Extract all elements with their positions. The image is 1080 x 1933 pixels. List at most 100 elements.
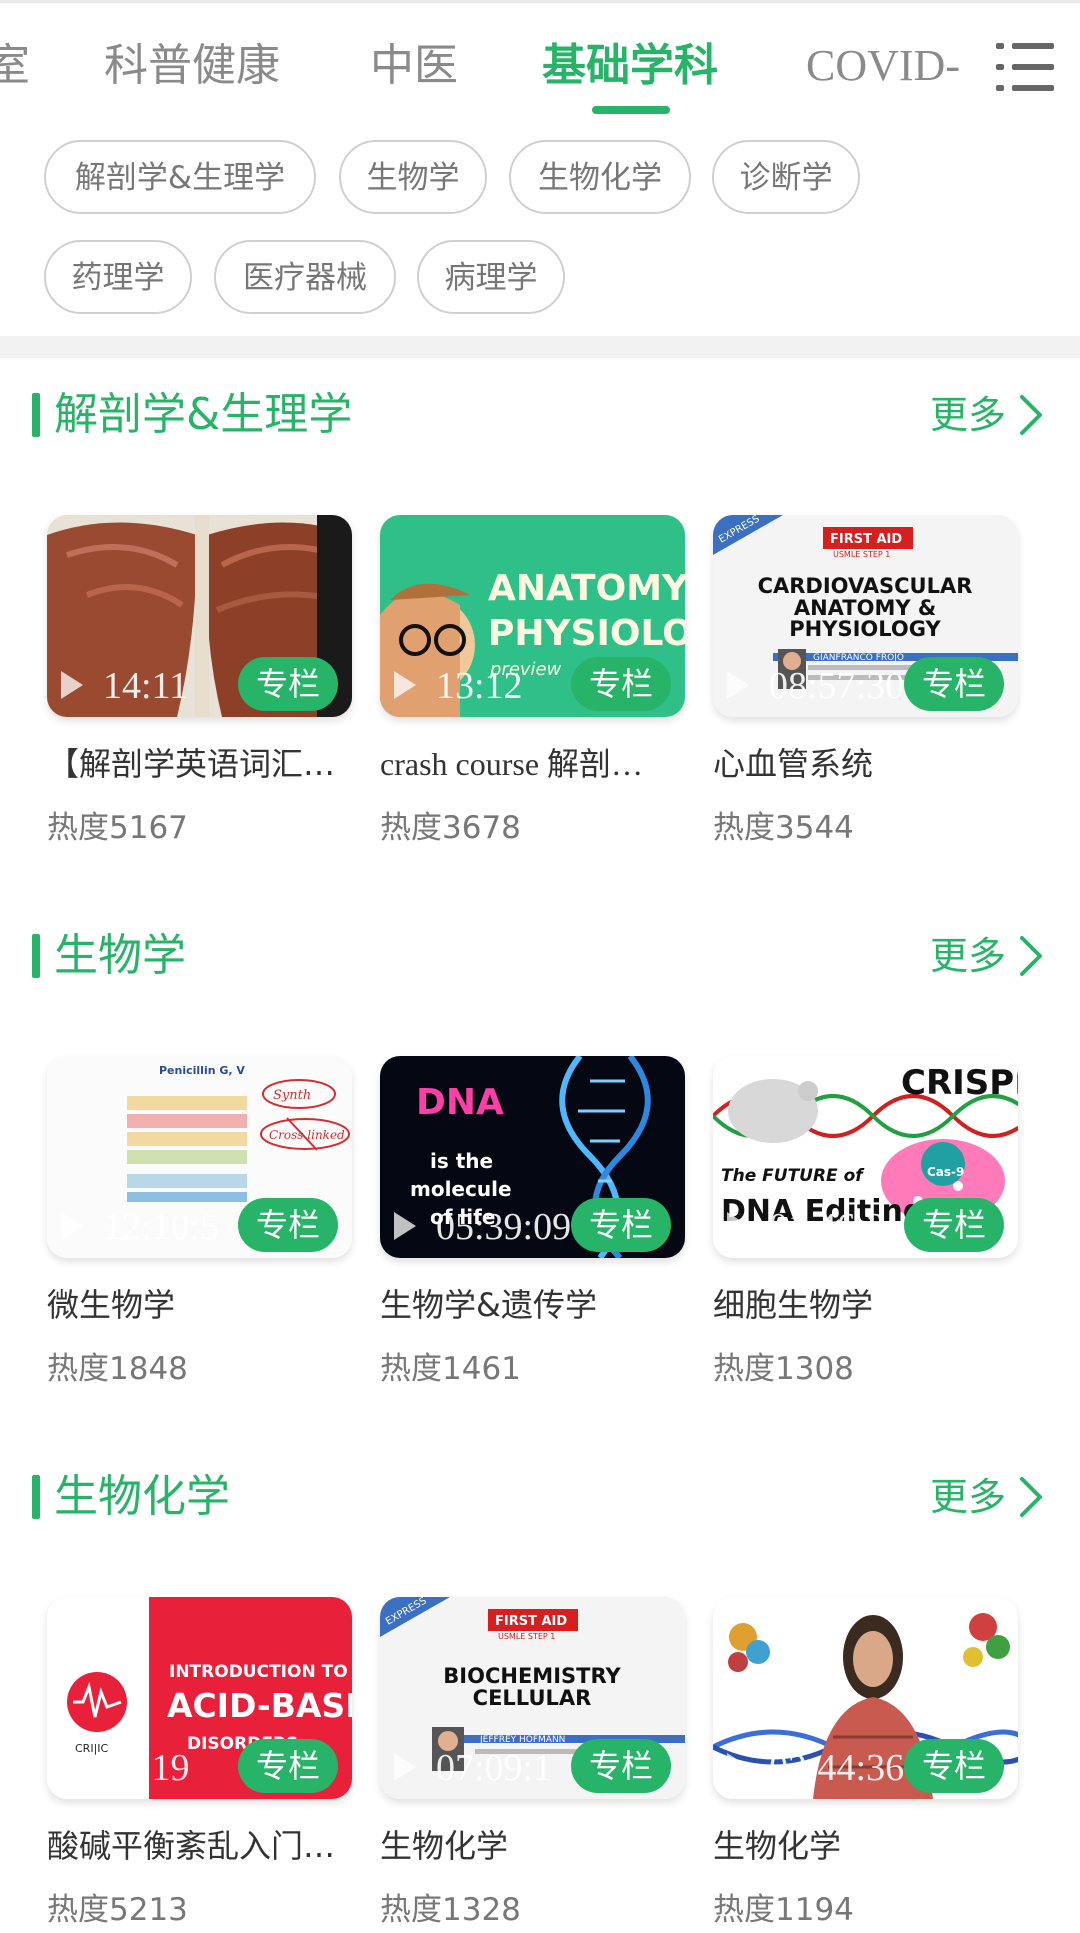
section-accent-bar (32, 1475, 40, 1519)
play-icon (727, 1753, 749, 1781)
course-title: 心血管系统 (713, 745, 874, 783)
course-thumbnail[interactable]: DNA is the molecule of life 05:39:09 专栏 (380, 1056, 685, 1258)
filter-chip-pharmacology[interactable]: 药理学 (44, 240, 192, 314)
duration-label: 39:19 (103, 1747, 190, 1789)
filter-chip-biology[interactable]: 生物学 (339, 140, 487, 214)
svg-text:DNA: DNA (416, 1082, 504, 1123)
duration-label: 05:39:09 (436, 1206, 572, 1248)
course-title: 微生物学 (47, 1286, 176, 1324)
column-badge: 专栏 (904, 1739, 1004, 1793)
tab-tcm[interactable]: 中医 (370, 39, 458, 93)
course-title: 细胞生物学 (713, 1286, 874, 1324)
course-thumbnail[interactable]: EXPRESS FIRST AID USMLE STEP 1 BIOCHEMIS… (380, 1597, 685, 1799)
svg-text:USMLE STEP 1: USMLE STEP 1 (833, 550, 890, 559)
course-card[interactable]: Cas-9 CRISPR The FUTURE of DNA Editing 0… (713, 1056, 1018, 1387)
course-card[interactable]: CRI|IC INTRODUCTION TO ACID-BASE DISORDE… (47, 1597, 352, 1928)
course-thumbnail[interactable]: 02:44:36 专栏 (713, 1597, 1018, 1799)
tab-basic-sciences[interactable]: 基础学科 (542, 39, 718, 93)
course-card[interactable]: EXPRESS FIRST AID USMLE STEP 1 BIOCHEMIS… (380, 1597, 685, 1928)
svg-text:Cas-9: Cas-9 (927, 1165, 964, 1179)
course-heat: 热度1194 (713, 1892, 854, 1928)
more-button[interactable]: 更多 (920, 926, 1050, 986)
course-title: 生物学&遗传学 (380, 1286, 597, 1324)
svg-text:The FUTURE of: The FUTURE of (721, 1166, 865, 1186)
column-badge: 专栏 (238, 1198, 338, 1252)
svg-text:Synth: Synth (273, 1088, 311, 1103)
course-thumbnail[interactable]: CRI|IC INTRODUCTION TO ACID-BASE DISORDE… (47, 1597, 352, 1799)
tab-partial[interactable]: 室 (0, 39, 30, 93)
chevron-right-icon (1020, 936, 1042, 976)
course-heat: 热度1461 (380, 1351, 521, 1387)
duration-label: 07:09:1 (436, 1747, 553, 1789)
section-title: 生物学 (54, 930, 186, 981)
duration-label: 02:44:36 (769, 1747, 905, 1789)
course-heat: 热度3544 (713, 810, 854, 846)
course-heat: 热度5167 (47, 810, 188, 846)
svg-text:INTRODUCTION TO: INTRODUCTION TO (169, 1662, 348, 1682)
top-tab-bar: 室 科普健康 中医 基础学科 COVID- (0, 0, 1080, 128)
more-label: 更多 (929, 934, 1006, 978)
course-card[interactable]: DNA is the molecule of life 05:39:09 专栏 … (380, 1056, 685, 1387)
play-icon (727, 671, 749, 699)
play-icon (61, 1753, 83, 1781)
filter-chip-anatomy-physiology[interactable]: 解剖学&生理学 (44, 140, 316, 214)
course-card[interactable]: 14:11 专栏 【解剖学英语词汇… 热度5167 (47, 515, 352, 846)
svg-text:Penicillin G, V: Penicillin G, V (159, 1064, 245, 1077)
section-header-biology: 生物学 更多 (0, 926, 1080, 986)
section-accent-bar (32, 934, 40, 978)
more-label: 更多 (929, 1475, 1006, 1519)
course-card[interactable]: 02:44:36 专栏 生物化学 热度1194 (713, 1597, 1018, 1928)
play-icon (394, 1212, 416, 1240)
section-divider (0, 336, 1080, 358)
menu-list-icon[interactable] (996, 41, 1054, 93)
course-thumbnail[interactable]: Cas-9 CRISPR The FUTURE of DNA Editing 0… (713, 1056, 1018, 1258)
play-icon (727, 1212, 749, 1240)
filter-chip-medical-devices[interactable]: 医疗器械 (214, 240, 396, 314)
play-icon (61, 1212, 83, 1240)
active-tab-indicator (592, 106, 670, 114)
filter-chip-biochemistry[interactable]: 生物化学 (509, 140, 691, 214)
section-header-biochemistry: 生物化学 更多 (0, 1467, 1080, 1527)
course-thumbnail[interactable]: ANATOMY & PHYSIOLOGY preview 13:12 专栏 (380, 515, 685, 717)
course-title: 酸碱平衡紊乱入门… (47, 1827, 336, 1865)
filter-chip-diagnostics[interactable]: 诊断学 (712, 140, 860, 214)
course-thumbnail[interactable]: Penicillin G, V Synth Cross linked 12:10… (47, 1056, 352, 1258)
duration-label: 01:46:2 (769, 1206, 886, 1248)
category-tabs: 室 科普健康 中医 基础学科 COVID- (0, 3, 1080, 128)
column-badge: 专栏 (904, 1198, 1004, 1252)
course-title: 生物化学 (713, 1827, 842, 1865)
course-title: 【解剖学英语词汇… (47, 745, 336, 783)
svg-text:ANATOMY &: ANATOMY & (488, 568, 685, 609)
tab-science-health[interactable]: 科普健康 (104, 39, 280, 93)
play-icon (394, 1753, 416, 1781)
course-thumbnail[interactable]: 14:11 专栏 (47, 515, 352, 717)
section-header-anatomy: 解剖学&生理学 更多 (0, 385, 1080, 445)
chevron-right-icon (1020, 395, 1042, 435)
course-card[interactable]: EXPRESS FIRST AID USMLE STEP 1 CARDIOVAS… (713, 515, 1018, 846)
course-card[interactable]: Penicillin G, V Synth Cross linked 12:10… (47, 1056, 352, 1387)
column-badge: 专栏 (571, 1198, 671, 1252)
svg-text:CELLULAR: CELLULAR (473, 1686, 592, 1710)
play-icon (394, 671, 416, 699)
column-badge: 专栏 (238, 657, 338, 711)
filter-chip-pathology[interactable]: 病理学 (417, 240, 565, 314)
course-card[interactable]: ANATOMY & PHYSIOLOGY preview 13:12 专栏 cr… (380, 515, 685, 846)
course-heat: 热度5213 (47, 1892, 188, 1928)
course-title: crash course 解剖… (380, 746, 644, 782)
section-accent-bar (32, 393, 40, 437)
course-heat: 热度3678 (380, 810, 521, 846)
play-icon (61, 671, 83, 699)
svg-text:FIRST AID: FIRST AID (495, 1614, 567, 1629)
course-heat: 热度1848 (47, 1351, 188, 1387)
course-heat: 热度1328 (380, 1892, 521, 1928)
more-label: 更多 (929, 393, 1006, 437)
course-thumbnail[interactable]: EXPRESS FIRST AID USMLE STEP 1 CARDIOVAS… (713, 515, 1018, 717)
course-title: 生物化学 (380, 1827, 509, 1865)
svg-text:molecule: molecule (410, 1177, 512, 1201)
column-badge: 专栏 (238, 1739, 338, 1793)
more-button[interactable]: 更多 (920, 385, 1050, 445)
more-button[interactable]: 更多 (920, 1467, 1050, 1527)
svg-text:FIRST AID: FIRST AID (830, 532, 902, 547)
duration-label: 14:11 (103, 665, 189, 707)
tab-covid[interactable]: COVID- (806, 39, 960, 93)
